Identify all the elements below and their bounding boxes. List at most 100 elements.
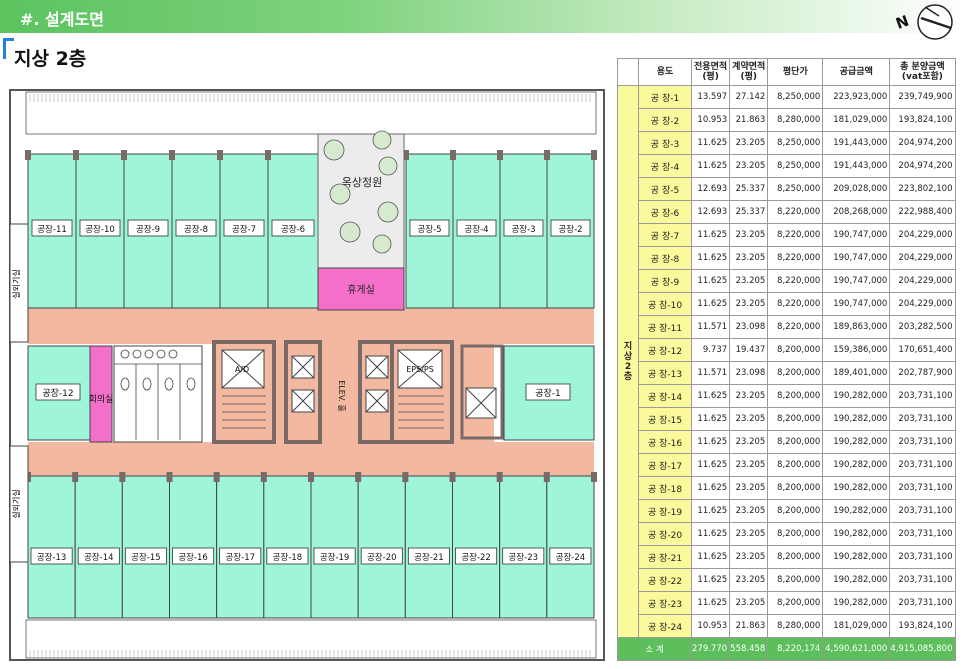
header-exclusive-area-text: 전용면적 (평) (694, 62, 728, 82)
cell-exclusive-area: 11.571 (690, 315, 731, 339)
cell-supply-amount: 190,282,000 (822, 453, 891, 477)
cell-unit-name: 공 장-24 (638, 614, 692, 638)
cell-exclusive-area: 11.625 (690, 453, 731, 477)
table-row: 공 장-9 11.625 23.205 8,220,000 190,747,000 204… (618, 269, 956, 293)
svg-text:A/D: A/D (235, 365, 249, 374)
svg-text:N: N (895, 12, 911, 33)
header-total-amount-text: 총 분양금액 (vat포함) (900, 62, 945, 82)
cell-total-amount: 204,229,000 (889, 269, 956, 293)
cell-total-amount: 203,731,100 (889, 453, 956, 477)
cell-total-amount: 203,731,100 (889, 591, 956, 615)
cell-total-amount: 202,787,900 (889, 361, 956, 385)
summary-contract-area: 558.458 (729, 637, 769, 661)
factory-room-bottom-12 (546, 475, 595, 619)
summary-total-amount: 4,915,085,800 (889, 637, 956, 661)
cell-supply-amount: 190,282,000 (822, 522, 891, 546)
table-row: 지 상 2 층공 장-1 13.597 27.142 8,250,000 223,923… (617, 85, 956, 638)
header-contract-area-text: 계약면적 (평) (732, 62, 766, 82)
corridor-south (28, 442, 594, 476)
floor-label-cell: 지 상 2 층 (617, 85, 639, 638)
cell-unit-name: 공 장-19 (638, 499, 692, 523)
cell-exclusive-area: 11.625 (690, 499, 731, 523)
factory-room-bottom-6 (263, 475, 312, 619)
table-header-supply-amount: 공급금액 (822, 58, 891, 86)
cell-exclusive-area: 11.625 (690, 292, 731, 316)
factory-room-top-label: 공장-4 (464, 224, 488, 235)
table-row: 공 장-17 11.625 23.205 8,200,000 190,282,000 20… (618, 453, 956, 477)
cell-unit-price: 8,220,000 (767, 292, 824, 316)
cell-contract-area: 19.437 (729, 338, 769, 362)
cell-unit-price: 8,200,000 (767, 453, 824, 477)
rest-area-label: 휴게실 (347, 284, 375, 296)
factory-room-bottom-1 (27, 475, 76, 619)
cell-unit-name: 공 장-23 (638, 591, 692, 615)
factory-room-bottom-8 (357, 475, 406, 619)
cell-supply-amount: 190,282,000 (822, 407, 891, 431)
cell-unit-name: 공 장-10 (638, 292, 692, 316)
cell-exclusive-area: 12.693 (690, 177, 731, 201)
table-row: 공 장-21 11.625 23.205 8,200,000 190,282,000 20… (618, 545, 956, 569)
factory-room-bottom-label: 공장-16 (178, 552, 208, 563)
cell-unit-name: 공 장-12 (638, 338, 692, 362)
cell-contract-area: 23.205 (729, 269, 769, 293)
cell-exclusive-area: 10.953 (690, 108, 731, 132)
corridor-north (28, 308, 594, 344)
factory-room-bottom-label: 공장-21 (414, 552, 444, 563)
factory-room-top-label: 공장-6 (281, 224, 305, 235)
factory-room-bottom-label: 공장-13 (37, 552, 67, 563)
floor-title: 지상 2층 (14, 48, 87, 70)
cell-supply-amount: 189,863,000 (822, 315, 891, 339)
factory-room-bottom-3 (121, 475, 171, 619)
factory-room-bottom-11 (499, 475, 548, 619)
cell-unit-name: 공 장-9 (638, 269, 692, 293)
factory-room-bottom-label: 공장-19 (320, 552, 350, 563)
factory-room-top-label: 공장-3 (511, 224, 535, 235)
cell-supply-amount: 190,747,000 (822, 246, 891, 270)
cell-unit-price: 8,250,000 (767, 85, 824, 109)
cell-unit-price: 8,200,000 (767, 361, 824, 385)
cell-unit-price: 8,250,000 (767, 154, 824, 178)
cell-supply-amount: 190,747,000 (822, 223, 891, 247)
cell-supply-amount: 190,747,000 (822, 292, 891, 316)
cell-supply-amount: 190,282,000 (822, 545, 891, 569)
roof-garden-label: 옥상정원 (342, 176, 382, 189)
cell-total-amount: 204,974,200 (889, 131, 956, 155)
cell-unit-price: 8,200,000 (767, 384, 824, 408)
cell-supply-amount: 189,401,000 (822, 361, 891, 385)
cell-unit-price: 8,200,000 (767, 476, 824, 500)
summary-label: 소 계 (617, 637, 692, 661)
summary-exclusive-area: 279.770 (690, 637, 731, 661)
cell-unit-name: 공 장-2 (638, 108, 692, 132)
cell-total-amount: 203,282,500 (889, 315, 956, 339)
cell-exclusive-area: 11.625 (690, 384, 731, 408)
factory-room-bottom-10 (452, 475, 501, 619)
factory-room-bottom-label: 공장-20 (367, 552, 397, 563)
factory-room-bottom-label: 공장-24 (556, 552, 586, 563)
cell-unit-name: 공 장-11 (638, 315, 692, 339)
cell-total-amount: 239,749,900 (889, 85, 956, 109)
cell-unit-name: 공 장-17 (638, 453, 692, 477)
factory-room-12-label: 공장-12 (42, 388, 73, 399)
cell-unit-price: 8,220,000 (767, 246, 824, 270)
cell-unit-price: 8,220,000 (767, 200, 824, 224)
header-bar: #. 설계도면 (0, 0, 966, 33)
factory-room-bottom-label: 공장-17 (225, 552, 255, 563)
svg-text:EPS/PS: EPS/PS (406, 365, 434, 374)
unit-price-table: 용도 전용면적 (평) 계약면적 (평) 평단가 공급금액 총 분양금액 (va… (617, 58, 956, 661)
table-header-use: 용도 (638, 58, 692, 86)
cell-exclusive-area: 11.625 (690, 246, 731, 270)
cell-supply-amount: 190,282,000 (822, 499, 891, 523)
table-row: 공 장-19 11.625 23.205 8,200,000 190,282,000 20… (618, 499, 956, 523)
cell-total-amount: 193,824,100 (889, 614, 956, 638)
table-header-total-amount: 총 분양금액 (vat포함) (889, 58, 956, 86)
table-row: 공 장-12 9.737 19.437 8,200,000 159,386,000 170… (618, 338, 956, 362)
factory-room-bottom-2 (74, 475, 123, 619)
floor-plan: 공장-11 공장-10 공장-9 공장-8 공장-7 공장-6 공장-5 공장-4 공장-3 공장… (4, 84, 610, 666)
cell-exclusive-area: 11.625 (690, 568, 731, 592)
cell-exclusive-area: 11.625 (690, 154, 731, 178)
cell-total-amount: 222,988,400 (889, 200, 956, 224)
cell-supply-amount: 190,282,000 (822, 591, 891, 615)
table-row: 공 장-3 11.625 23.205 8,250,000 191,443,000 204… (618, 131, 956, 155)
factory-room-top-label: 공장-11 (37, 224, 67, 235)
cell-unit-price: 8,220,000 (767, 223, 824, 247)
